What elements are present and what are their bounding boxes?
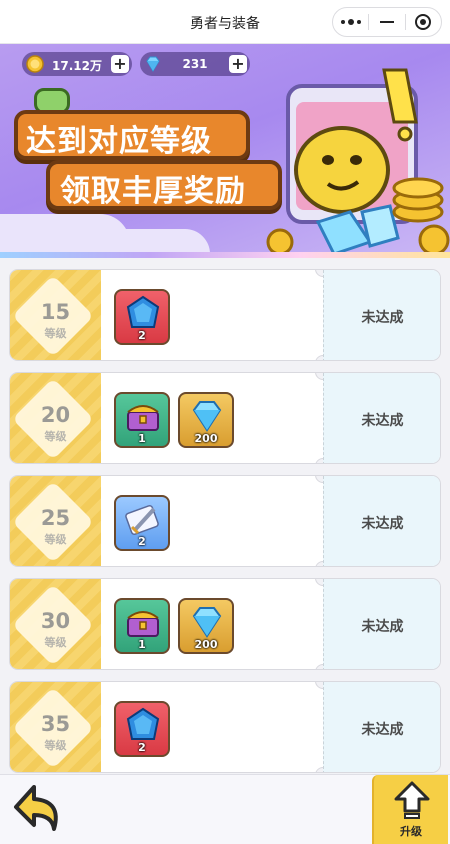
level-label: 等级 [44, 327, 67, 340]
item-count: 1 [138, 432, 146, 445]
diamond-counter: 231 + [140, 52, 250, 76]
level-label: 等级 [44, 739, 67, 752]
claim-status[interactable]: 未达成 [323, 682, 440, 772]
reward-row-35: 35 等级 2 未达成 [9, 681, 441, 773]
gold-coin-icon [26, 55, 44, 73]
bottom-bar: 升级 [0, 774, 450, 844]
reward-item-sword-scroll[interactable]: 2 [114, 495, 170, 551]
level-badge: 25 等级 [10, 476, 101, 566]
item-count: 2 [138, 741, 146, 754]
item-count: 2 [138, 535, 146, 548]
level-badge: 35 等级 [10, 682, 101, 772]
add-gold-button[interactable]: + [111, 55, 129, 73]
item-count: 200 [194, 432, 218, 445]
status-text: 未达成 [361, 413, 404, 429]
more-dots-icon [340, 19, 361, 25]
banner-line-1: 达到对应等级 [26, 125, 212, 158]
status-text: 未达成 [361, 619, 404, 635]
banner-line-2: 领取丰厚奖励 [60, 175, 246, 208]
more-button[interactable] [333, 7, 368, 37]
level-number: 35 [40, 712, 71, 736]
reward-item-treasure-chest[interactable]: 1 [114, 392, 170, 448]
level-number: 20 [40, 403, 71, 427]
level-badge: 15 等级 [10, 270, 101, 360]
treasure-chest-icon [127, 405, 159, 431]
level-badge: 30 等级 [10, 579, 101, 669]
upgrade-label: 升级 [400, 825, 422, 838]
sword-scroll-icon [125, 504, 159, 536]
reward-row-30: 30 等级 1 200 未达成 [9, 578, 441, 670]
status-text: 未达成 [361, 310, 404, 326]
reward-item-blue-gem[interactable]: 2 [114, 289, 170, 345]
item-count: 200 [194, 638, 218, 651]
diamond-icon [192, 401, 222, 432]
status-text: 未达成 [361, 516, 404, 532]
claim-status[interactable]: 未达成 [323, 270, 440, 360]
reward-banner: 17.12万 + 231 + 达到对应等级 领取丰厚奖励 [0, 44, 450, 258]
upgrade-button[interactable]: 升级 [372, 775, 448, 844]
level-number: 30 [40, 609, 71, 633]
level-label: 等级 [44, 533, 67, 546]
upgrade-arrow-icon [394, 781, 430, 819]
gold-counter: 17.12万 + [22, 52, 132, 76]
level-badge: 20 等级 [10, 373, 101, 463]
level-label: 等级 [44, 636, 67, 649]
minimize-icon [379, 21, 394, 23]
reward-row-25: 25 等级 2 未达成 [9, 475, 441, 567]
level-number: 15 [40, 300, 71, 324]
level-label: 等级 [44, 430, 67, 443]
reward-list[interactable]: 15 等级 2 未达成 20 等级 1 200 未达成 25 等级 2 未达成 … [0, 258, 450, 774]
diamond-value: 231 [182, 57, 208, 71]
diamond-icon [146, 56, 160, 72]
gold-value: 17.12万 [52, 59, 102, 73]
claim-status[interactable]: 未达成 [323, 373, 440, 463]
item-count: 1 [138, 638, 146, 651]
add-diamond-button[interactable]: + [229, 55, 247, 73]
reward-item-diamond[interactable]: 200 [178, 598, 234, 654]
title-bar: 勇者与装备 [0, 0, 450, 44]
reward-item-diamond[interactable]: 200 [178, 392, 234, 448]
status-text: 未达成 [361, 722, 404, 738]
blue-gem-icon [126, 707, 160, 740]
blue-gem-icon [126, 295, 160, 328]
back-button[interactable] [10, 779, 68, 839]
mini-program-capsule [332, 7, 442, 37]
app-page: 勇者与装备 17.12万 + 231 + 达到对应等级 领取丰厚奖励 15 等级… [0, 0, 450, 844]
close-target-icon [415, 14, 432, 30]
reward-item-blue-gem[interactable]: 2 [114, 701, 170, 757]
level-number: 25 [40, 506, 71, 530]
mascot-treasure-illustration [266, 68, 450, 256]
back-arrow-icon [14, 785, 58, 831]
claim-status[interactable]: 未达成 [323, 476, 440, 566]
diamond-icon [192, 607, 222, 638]
close-button[interactable] [406, 7, 441, 37]
item-count: 2 [138, 329, 146, 342]
reward-item-treasure-chest[interactable]: 1 [114, 598, 170, 654]
claim-status[interactable]: 未达成 [323, 579, 440, 669]
minimize-button[interactable] [369, 7, 404, 37]
reward-row-20: 20 等级 1 200 未达成 [9, 372, 441, 464]
treasure-chest-icon [127, 611, 159, 637]
reward-row-15: 15 等级 2 未达成 [9, 269, 441, 361]
